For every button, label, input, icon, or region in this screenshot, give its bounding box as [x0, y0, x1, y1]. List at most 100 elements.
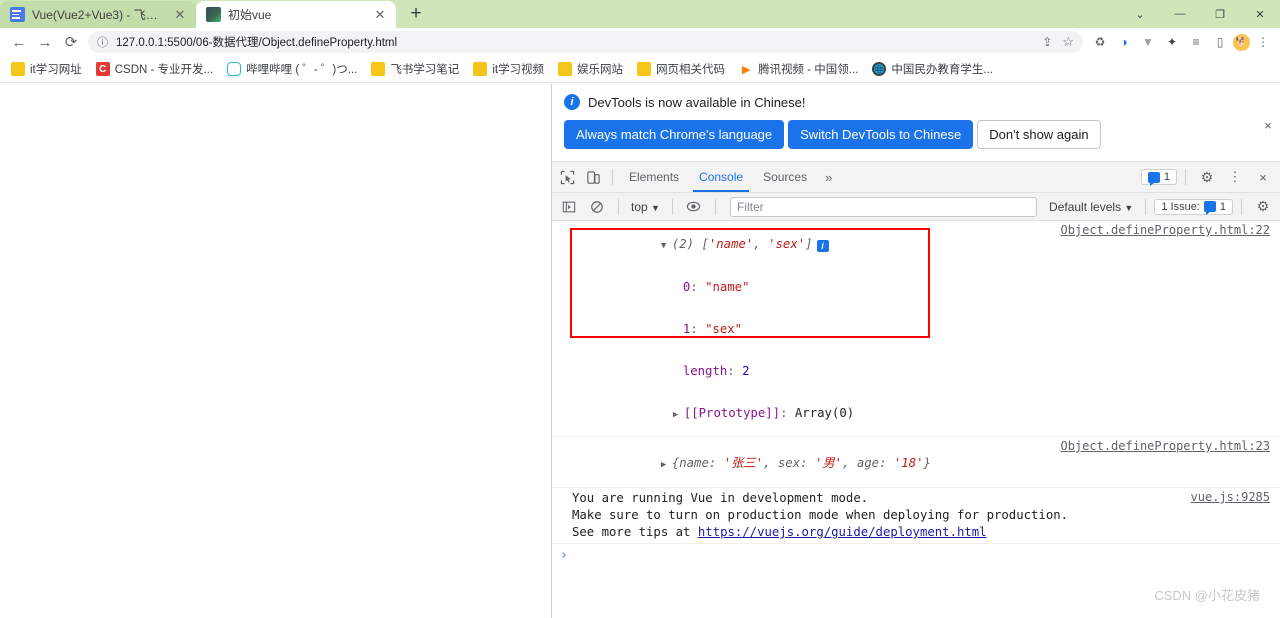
- console-source-link[interactable]: vue.js:9285: [1191, 490, 1280, 504]
- maximize-icon[interactable]: ❐: [1200, 0, 1240, 28]
- forward-icon[interactable]: →: [32, 29, 58, 55]
- inspect-cursor-icon[interactable]: [554, 164, 580, 190]
- property-value: "sex": [705, 322, 743, 336]
- tencent-video-icon: ▶: [739, 62, 754, 76]
- console-log-entry[interactable]: ▼ (2) ['name', 'sex'] i 0: "name" 1: "sex"…: [552, 221, 1280, 437]
- minimize-icon[interactable]: —: [1160, 0, 1200, 28]
- sidepanel-icon[interactable]: ▯: [1209, 31, 1231, 53]
- playlist-icon[interactable]: ≡: [1185, 31, 1207, 53]
- device-toggle-icon[interactable]: [580, 164, 606, 190]
- tab-title: 初始vue: [228, 8, 272, 22]
- extensions-puzzle-icon[interactable]: ✦: [1161, 31, 1183, 53]
- property-value: '张三': [723, 456, 764, 470]
- close-window-icon[interactable]: ✕: [1240, 0, 1280, 28]
- browser-tab-0[interactable]: Vue(Vue2+Vue3) - 飞书云文档 ✕: [0, 1, 196, 28]
- banner-close-icon[interactable]: ×: [1260, 118, 1276, 133]
- issues-badge[interactable]: 1 Issue: 1: [1154, 198, 1233, 215]
- log-levels-label: Default levels: [1049, 199, 1122, 214]
- dont-show-again-button[interactable]: Don't show again: [977, 120, 1101, 149]
- bookmark-label: 网页相关代码: [656, 64, 726, 76]
- chevron-down-icon[interactable]: ⌄: [1120, 0, 1160, 28]
- reload-icon[interactable]: ⟳: [58, 29, 84, 55]
- tab-elements[interactable]: Elements: [619, 162, 689, 192]
- disclosure-triangle-icon[interactable]: ▶: [661, 460, 672, 470]
- property-value: "name": [705, 280, 750, 294]
- console-source-link[interactable]: Object.defineProperty.html:22: [1060, 223, 1280, 237]
- browser-tab-1[interactable]: 初始vue ✕: [196, 1, 396, 28]
- disclosure-triangle-icon[interactable]: ▶: [673, 410, 684, 420]
- bookmark-item[interactable]: it学习网址: [5, 59, 88, 79]
- bookmark-item[interactable]: ▶ 腾讯视频 - 中国领...: [733, 59, 864, 79]
- devtools-tab-bar: Elements Console Sources » 1 ⚙ ⋮ ×: [552, 162, 1280, 193]
- folder-icon: [558, 62, 573, 76]
- array-header[interactable]: ▼ (2) ['name', 'sex'] i: [572, 223, 1060, 266]
- site-info-icon[interactable]: ⓘ: [97, 34, 108, 50]
- console-settings-gear-icon[interactable]: ⚙: [1250, 194, 1276, 220]
- bookmark-item[interactable]: C CSDN - 专业开发...: [90, 59, 219, 79]
- opera-icon[interactable]: ◑: [1113, 31, 1135, 53]
- bookmark-item[interactable]: 🌐 中国民办教育学生...: [866, 59, 999, 79]
- inspect-cursor-svg: [560, 170, 574, 184]
- messages-count-badge[interactable]: 1: [1140, 169, 1177, 186]
- more-tabs-icon[interactable]: »: [817, 170, 840, 185]
- bookmark-item[interactable]: 飞书学习笔记: [365, 59, 465, 79]
- array-item-1: 'sex': [768, 237, 806, 251]
- live-expression-eye-icon[interactable]: [681, 194, 707, 220]
- devtools-language-banner: i DevTools is now available in Chinese! …: [552, 84, 1280, 162]
- execution-context-selector[interactable]: top ▼: [627, 200, 664, 214]
- console-sidebar-icon[interactable]: [556, 194, 582, 220]
- console-source-link[interactable]: Object.defineProperty.html:23: [1060, 439, 1280, 453]
- bookmark-item[interactable]: 娱乐网站: [552, 59, 629, 79]
- document-icon: [10, 7, 25, 22]
- prototype-key: [[Prototype]]: [683, 406, 781, 420]
- bookmark-star-icon[interactable]: ☆: [1062, 34, 1074, 50]
- v-shape-icon[interactable]: ▼: [1137, 31, 1159, 53]
- navigation-bar: ← → ⟳ ⓘ 127.0.0.1:5500/06-数据代理/Object.de…: [0, 28, 1280, 56]
- vue-dev-message-line: You are running Vue in development mode.: [572, 491, 869, 505]
- always-match-language-button[interactable]: Always match Chrome's language: [564, 120, 785, 149]
- issues-label: 1 Issue:: [1161, 200, 1200, 213]
- vue-dev-message-line: See more tips at https://vuejs.org/guide…: [572, 524, 1191, 541]
- property-value: '18': [893, 456, 924, 470]
- disclosure-triangle-icon[interactable]: ▼: [661, 241, 672, 251]
- bookmark-item[interactable]: 哔哩哔哩 ( ゜- ゜)つ...: [221, 59, 363, 79]
- browser-toolbar-icons: ♻ ◑ ▼ ✦ ≡ ▯ 🐕 ⋮: [1089, 31, 1274, 53]
- chrome-menu-icon[interactable]: ⋮: [1252, 31, 1274, 53]
- back-icon[interactable]: ←: [6, 29, 32, 55]
- clear-console-icon[interactable]: [584, 194, 610, 220]
- share-icon[interactable]: ⇪: [1042, 35, 1052, 49]
- vue-tips-text: See more tips at: [572, 525, 698, 539]
- folder-icon: [371, 62, 386, 76]
- console-log-entry[interactable]: You are running Vue in development mode.…: [552, 488, 1280, 544]
- console-output[interactable]: ▼ (2) ['name', 'sex'] i 0: "name" 1: "sex"…: [552, 221, 1280, 618]
- vue-deployment-link[interactable]: https://vuejs.org/guide/deployment.html: [698, 525, 987, 539]
- tab-sources[interactable]: Sources: [753, 162, 817, 192]
- array-child-row: 0: "name": [682, 280, 750, 294]
- info-icon: i: [564, 94, 580, 110]
- log-levels-selector[interactable]: Default levels ▼: [1045, 200, 1137, 214]
- banner-message: DevTools is now available in Chinese!: [588, 94, 806, 110]
- eye-svg: [687, 201, 701, 212]
- console-prompt[interactable]: ›: [552, 544, 1280, 567]
- recycle-icon[interactable]: ♻: [1089, 31, 1111, 53]
- devtools-panel: i DevTools is now available in Chinese! …: [552, 84, 1280, 618]
- tab-console[interactable]: Console: [689, 162, 753, 192]
- bookmark-item[interactable]: it学习视频: [467, 59, 550, 79]
- property-key: sex: [777, 456, 801, 470]
- close-devtools-icon[interactable]: ×: [1250, 164, 1276, 190]
- prototype-row[interactable]: ▶ [[Prototype]]: Array(0): [572, 392, 1060, 434]
- switch-devtools-to-chinese-button[interactable]: Switch DevTools to Chinese: [788, 120, 974, 149]
- new-tab-button[interactable]: +: [402, 0, 430, 28]
- tab-close-icon[interactable]: ✕: [372, 7, 388, 23]
- console-filter-input[interactable]: Filter: [729, 196, 1038, 217]
- address-bar[interactable]: ⓘ 127.0.0.1:5500/06-数据代理/Object.definePr…: [88, 31, 1083, 53]
- tab-close-icon[interactable]: ✕: [172, 7, 188, 23]
- object-preview[interactable]: ▶ {name: '张三', sex: '男', age: '18'}: [572, 439, 1060, 485]
- more-vertical-icon[interactable]: ⋮: [1222, 164, 1248, 190]
- gear-icon[interactable]: ⚙: [1194, 164, 1220, 190]
- vue-icon: [206, 7, 221, 22]
- console-log-entry[interactable]: ▶ {name: '张三', sex: '男', age: '18'} Objec…: [552, 437, 1280, 488]
- bookmark-item[interactable]: 网页相关代码: [631, 59, 731, 79]
- profile-avatar-icon[interactable]: 🐕: [1233, 33, 1250, 51]
- info-badge-icon[interactable]: i: [816, 240, 829, 252]
